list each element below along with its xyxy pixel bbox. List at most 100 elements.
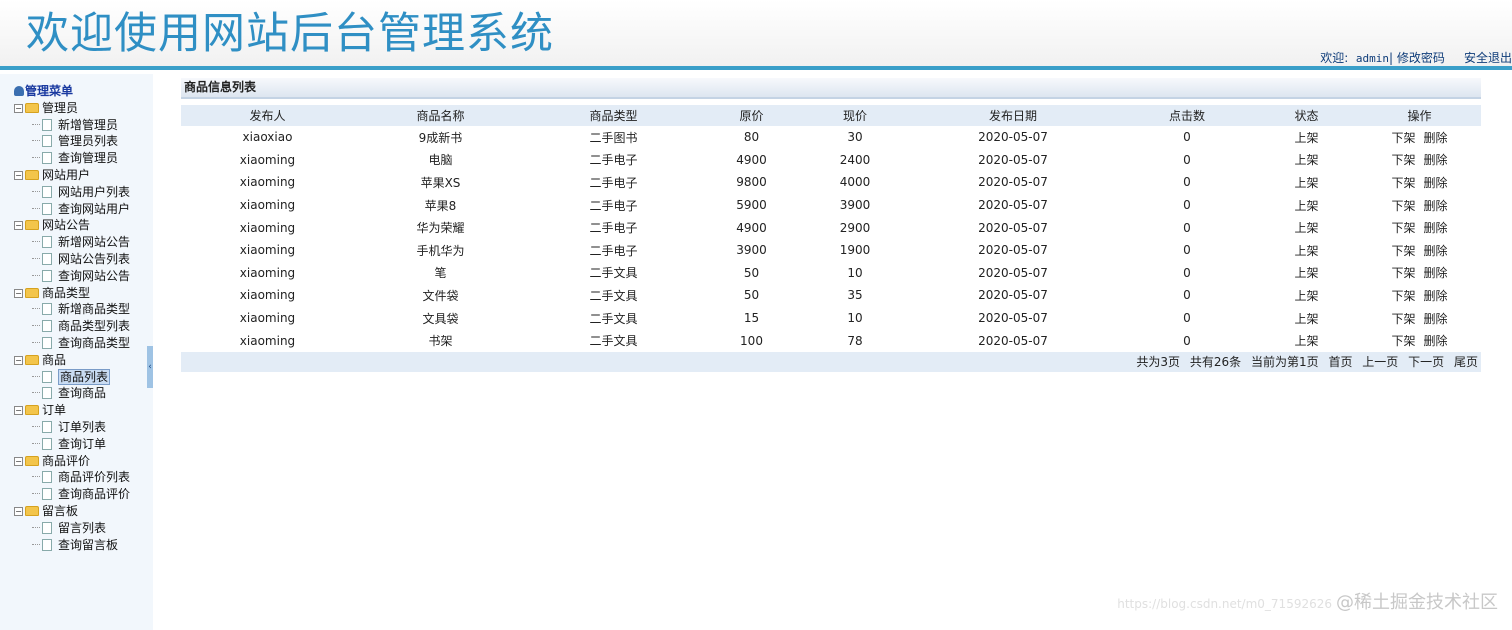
delete-link[interactable]: 删除 xyxy=(1424,334,1448,348)
table-cell: 3900 xyxy=(839,198,871,213)
delete-link[interactable]: 删除 xyxy=(1424,289,1448,303)
menu-group[interactable]: − 商品评价 xyxy=(0,453,150,470)
table-cell: 2020-05-07 xyxy=(978,198,1048,213)
table-row: xiaoming 华为荣耀 二手电子 4900 2900 2020-05-07 0 上架 下架删… xyxy=(181,216,1481,239)
unlist-link[interactable]: 下架 xyxy=(1391,289,1415,303)
collapse-icon[interactable]: − xyxy=(14,406,23,416)
collapse-icon[interactable]: − xyxy=(14,170,23,180)
menu-item[interactable]: 查询网站用户 xyxy=(0,201,150,218)
row-actions: 下架 删除 xyxy=(1358,262,1481,285)
table-cell: 2020-05-07 xyxy=(978,265,1048,280)
username: admin xyxy=(1355,52,1390,65)
sidebar-collapse-handle[interactable]: ‹ xyxy=(147,346,153,388)
table-cell: 上架 xyxy=(1294,198,1319,213)
menu-item[interactable]: 新增管理员 xyxy=(0,117,150,134)
menu-group-label: 留言板 xyxy=(42,503,79,518)
tree-connector xyxy=(32,375,40,377)
menu-item[interactable]: 留言列表 xyxy=(0,520,150,537)
menu-item[interactable]: 新增商品类型 xyxy=(0,301,150,318)
menu-group[interactable]: − 订单 xyxy=(0,402,150,419)
document-icon xyxy=(42,488,52,501)
table-cell: xiaoming xyxy=(239,311,296,326)
delete-link[interactable]: 删除 xyxy=(1424,153,1448,167)
row-actions: 下架 删除 xyxy=(1358,239,1481,262)
logout-link[interactable]: 安全退出 xyxy=(1464,51,1512,65)
delete-link[interactable]: 删除 xyxy=(1424,199,1448,213)
row-actions: 下架 删除 xyxy=(1358,216,1481,239)
document-icon xyxy=(42,420,52,433)
delete-link[interactable]: 删除 xyxy=(1424,266,1448,280)
table-cell: 1900 xyxy=(839,243,871,258)
menu-group-label: 管理员 xyxy=(42,100,79,115)
delete-link[interactable]: 删除 xyxy=(1424,312,1448,326)
collapse-icon[interactable]: − xyxy=(14,221,23,231)
menu-group[interactable]: − 商品类型 xyxy=(0,285,150,302)
menu-item[interactable]: 查询网站公告 xyxy=(0,268,150,285)
watermark-text: @稀土掘金技术社区 xyxy=(1336,592,1498,613)
change-password-link[interactable]: 修改密码 xyxy=(1397,51,1445,65)
watermark-url: https://blog.csdn.net/m0_71592626 xyxy=(1117,597,1332,611)
table-cell: 笔 xyxy=(434,266,447,281)
folder-icon xyxy=(25,505,39,516)
menu-item[interactable]: 商品类型列表 xyxy=(0,318,150,335)
menu-root[interactable]: 管理菜单 xyxy=(0,83,150,100)
menu-group[interactable]: − 留言板 xyxy=(0,503,150,520)
menu-item-label: 新增网站公告 xyxy=(58,235,131,250)
column-header: 操作 xyxy=(1358,105,1481,126)
menu-item[interactable]: 查询商品评价 xyxy=(0,486,150,503)
menu-item[interactable]: 查询商品类型 xyxy=(0,335,150,352)
unlist-link[interactable]: 下架 xyxy=(1391,334,1415,348)
collapse-icon[interactable]: − xyxy=(14,506,23,516)
table-cell: 苹果XS xyxy=(420,175,461,190)
table-cell: 0 xyxy=(1183,175,1191,190)
menu-item[interactable]: 商品评价列表 xyxy=(0,469,150,486)
collapse-icon[interactable]: − xyxy=(14,355,23,365)
collapse-icon[interactable]: − xyxy=(14,288,23,298)
menu-item[interactable]: 查询留言板 xyxy=(0,537,150,554)
menu-group[interactable]: − 网站用户 xyxy=(0,167,150,184)
delete-link[interactable]: 删除 xyxy=(1424,131,1448,145)
menu-item[interactable]: 查询订单 xyxy=(0,436,150,453)
collapse-icon[interactable]: − xyxy=(14,103,23,113)
menu-item[interactable]: 管理员列表 xyxy=(0,133,150,150)
unlist-link[interactable]: 下架 xyxy=(1391,266,1415,280)
pager-next[interactable]: 下一页 xyxy=(1408,355,1444,369)
tree-connector xyxy=(32,274,40,276)
unlist-link[interactable]: 下架 xyxy=(1391,221,1415,235)
menu-item[interactable]: 查询商品 xyxy=(0,385,150,402)
menu-item[interactable]: 商品列表 xyxy=(0,368,150,386)
menu-item[interactable]: 网站公告列表 xyxy=(0,251,150,268)
menu-group[interactable]: − 商品 xyxy=(0,352,150,369)
menu-item[interactable]: 查询管理员 xyxy=(0,150,150,167)
menu-item[interactable]: 新增网站公告 xyxy=(0,234,150,251)
table-cell: xiaoming xyxy=(239,220,296,235)
unlist-link[interactable]: 下架 xyxy=(1391,244,1415,258)
pager-first[interactable]: 首页 xyxy=(1328,355,1352,369)
menu-group[interactable]: − 管理员 xyxy=(0,100,150,117)
unlist-link[interactable]: 下架 xyxy=(1391,312,1415,326)
unlist-link[interactable]: 下架 xyxy=(1391,153,1415,167)
pager-prev[interactable]: 上一页 xyxy=(1362,355,1398,369)
delete-link[interactable]: 删除 xyxy=(1424,221,1448,235)
row-actions: 下架 删除 xyxy=(1358,307,1481,330)
menu-item[interactable]: 网站用户列表 xyxy=(0,184,150,201)
table-cell: 2020-05-07 xyxy=(978,152,1048,167)
pager-last[interactable]: 尾页 xyxy=(1454,355,1478,369)
unlist-link[interactable]: 下架 xyxy=(1391,199,1415,213)
collapse-icon[interactable]: − xyxy=(14,456,23,466)
menu-item-label: 查询网站用户 xyxy=(58,201,131,216)
column-header: 现价 xyxy=(803,105,907,126)
unlist-link[interactable]: 下架 xyxy=(1391,176,1415,190)
pager: 共为3页 共有26条 当前为第1页 首页 上一页 下一页 尾页 xyxy=(181,351,1481,372)
menu-item[interactable]: 订单列表 xyxy=(0,419,150,436)
document-icon xyxy=(42,118,52,131)
unlist-link[interactable]: 下架 xyxy=(1391,131,1415,145)
delete-link[interactable]: 删除 xyxy=(1424,176,1448,190)
table-cell: 文件袋 xyxy=(422,288,459,303)
column-header: 发布日期 xyxy=(907,105,1119,126)
menu-group[interactable]: − 网站公告 xyxy=(0,217,150,234)
table-cell: 10 xyxy=(847,311,863,326)
user-icon xyxy=(14,86,24,96)
table-row: xiaoming 苹果XS 二手电子 9800 4000 2020-05-07 0 上架 下架删… xyxy=(181,171,1481,194)
delete-link[interactable]: 删除 xyxy=(1424,244,1448,258)
